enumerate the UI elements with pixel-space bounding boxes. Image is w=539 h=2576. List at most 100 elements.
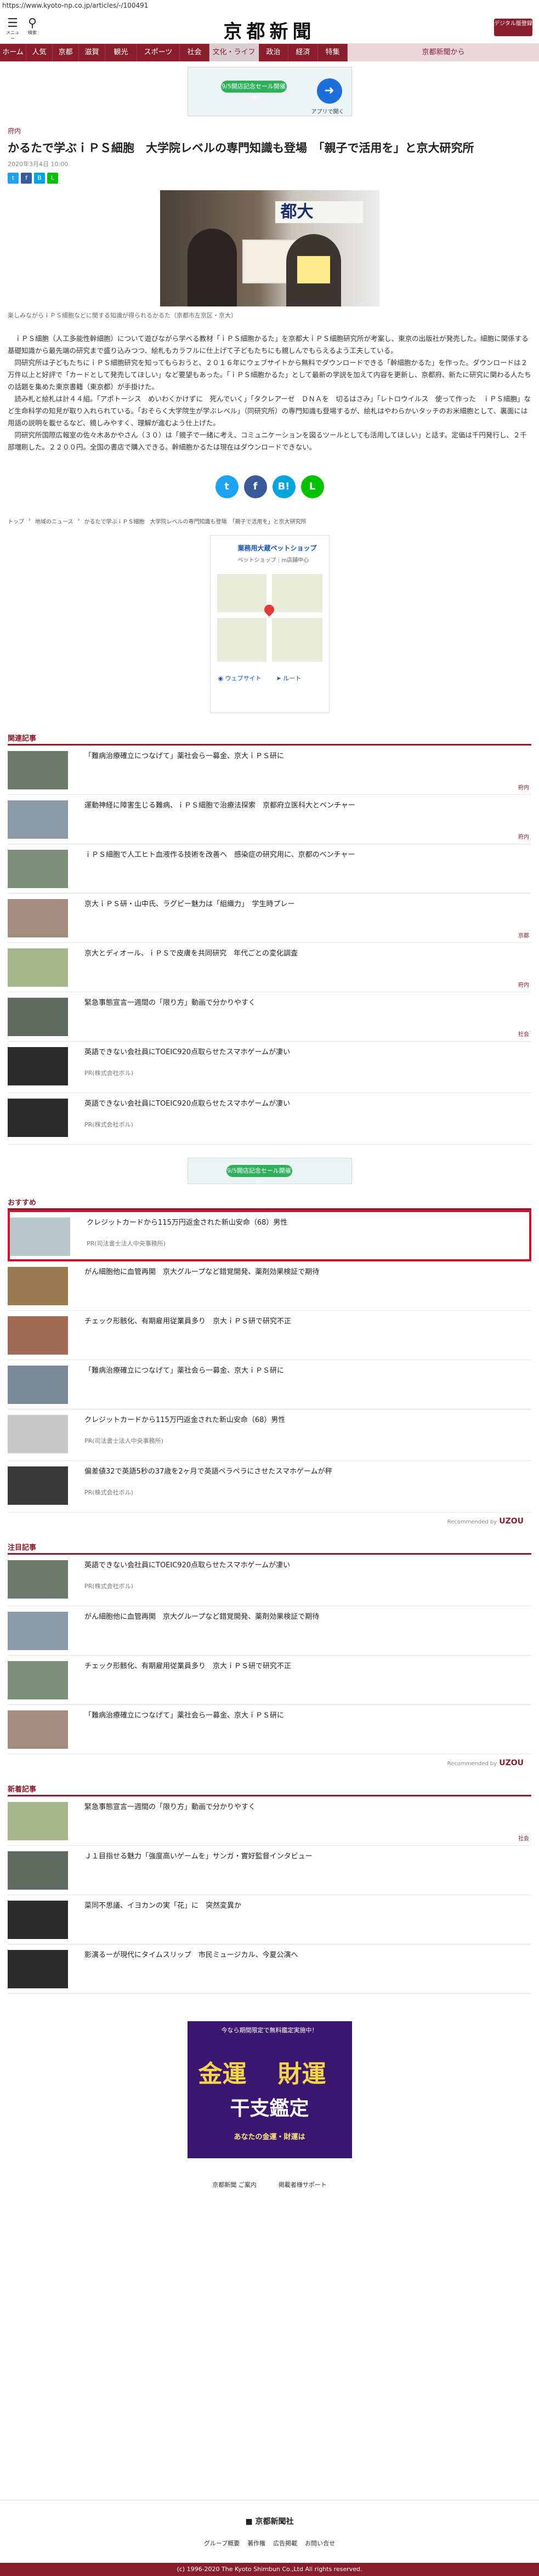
thumbnail-image[interactable] <box>8 998 68 1036</box>
thumbnail-image[interactable] <box>8 1047 68 1085</box>
thumbnail-image[interactable] <box>8 948 68 987</box>
breadcrumb-item[interactable]: トップ <box>8 517 24 525</box>
nav-item[interactable]: 社会 <box>180 44 209 61</box>
thumbnail-image[interactable] <box>8 800 68 839</box>
thumbnail-image[interactable] <box>8 1851 68 1890</box>
ad-pill[interactable]: 9/5開店記念セール開催中 <box>220 81 287 102</box>
category-tag[interactable]: 府内 <box>518 783 529 791</box>
nav-item[interactable]: 京都 <box>53 44 79 61</box>
thumbnail-image[interactable] <box>8 1267 68 1305</box>
nav-item[interactable]: 京都新聞から <box>348 44 539 61</box>
list-item-title[interactable]: クレジットカードから115万円返金された新山安命（68）男性 <box>84 1415 531 1426</box>
list-item[interactable]: 偏差値32で英語5秒の37歳を2ヶ月で英語ペラペラにさせたスマホゲームが秤 PR(… <box>8 1461 531 1512</box>
hatena-icon[interactable]: B <box>34 173 45 184</box>
category-tag[interactable]: 社会 <box>518 1834 529 1842</box>
category-tag[interactable]: 社会 <box>518 1030 529 1038</box>
map-website-button[interactable]: ◉ ウェブサイト <box>218 674 262 683</box>
list-item-title[interactable]: 「難病治療確立につなげて」薬社会ら一募金、京大ｉＰＳ研に <box>84 1366 531 1377</box>
line-icon[interactable]: L <box>300 475 324 498</box>
list-item[interactable]: 「難病治療確立につなげて」薬社会ら一募金、京大ｉＰＳ研に <box>8 1360 531 1409</box>
mid-ad[interactable]: 9/5開店記念セール開催中 <box>187 1158 352 1186</box>
thumbnail-image[interactable] <box>8 1560 68 1599</box>
list-item-title[interactable]: 影演るーが現代にタイムスリップ 市民ミュージカル、今夏公演へ <box>84 1950 531 1961</box>
list-item-title[interactable]: 京大ｉＰＳ研・山中氏、ラグビー魅力は「組織力」 学生時プレー <box>84 899 531 910</box>
footer-brand[interactable]: ■ 京都新聞社 <box>0 2516 539 2527</box>
list-item[interactable]: 緊急事態宣言一週間の「限り方」動画で分かりやすく社会 <box>8 1796 531 1846</box>
list-item-title[interactable]: がん細胞他に血管再開 京大グループなど錯覚開発、薬剤効果検証で期待 <box>84 1267 531 1278</box>
top-ad[interactable]: 9/5開店記念セール開催中 ➜ アプリで開く <box>187 67 352 116</box>
nav-item[interactable]: 経済 <box>288 44 318 61</box>
list-item-title[interactable]: クレジットカードから115万円返金された新山安命（68）男性 <box>87 1218 529 1229</box>
list-item-title[interactable]: チェック形骸化、有期雇用従業員多り 京大ｉＰＳ研で研究不正 <box>84 1316 531 1327</box>
list-item[interactable]: がん細胞他に血管再開 京大グループなど錯覚開発、薬剤効果検証で期待 <box>8 1606 531 1656</box>
twitter-icon[interactable]: t <box>215 475 239 498</box>
thumbnail-image[interactable] <box>8 1612 68 1650</box>
list-item-title[interactable]: 緊急事態宣言一週間の「限り方」動画で分かりやすく <box>84 998 531 1009</box>
list-item[interactable]: クレジットカードから115万円返金された新山安命（68）男性 PR(司法書士法人中… <box>8 1409 531 1461</box>
thumbnail-image[interactable] <box>8 1466 68 1505</box>
thumbnail-image[interactable] <box>8 1710 68 1749</box>
twitter-icon[interactable]: t <box>8 173 19 184</box>
thumbnail-image[interactable] <box>8 751 68 789</box>
thumbnail-image[interactable] <box>8 1661 68 1699</box>
footer-nav-item[interactable]: 広告掲載 <box>273 2539 297 2547</box>
category-tag[interactable]: 府内 <box>518 832 529 840</box>
category-tag[interactable]: 府内 <box>518 980 529 988</box>
list-item-title[interactable]: 「難病治療確立につなげて」薬社会ら一募金、京大ｉＰＳ研に <box>84 751 531 762</box>
list-item-title[interactable]: 運動神経に障害生じる難病、ｉＰＳ細胞で治療法探索 京都府立医科大とベンチャー <box>84 800 531 811</box>
thumbnail-image[interactable] <box>8 1415 68 1453</box>
footer-nav-item[interactable]: お問い合せ <box>305 2539 335 2547</box>
thumbnail-image[interactable] <box>10 1218 70 1256</box>
line-icon[interactable]: L <box>47 173 58 184</box>
list-item[interactable]: 英語できない会社員にTOEIC920点取らせたスマホゲームが凄い PR(株式会社ボ… <box>8 1042 531 1093</box>
list-item[interactable]: 菜同不思議、イヨカンの実「花」に 突然変異か <box>8 1895 531 1944</box>
list-item-title[interactable]: Ｊ１目指せる魅力「強度高いゲームを」サンガ・實好監督インタビュー <box>84 1851 531 1862</box>
map-area[interactable] <box>217 574 322 662</box>
arrow-icon[interactable]: ➜ <box>316 78 342 104</box>
footer-nav-item[interactable]: 著作権 <box>247 2539 265 2547</box>
thumbnail-image[interactable] <box>8 1099 68 1137</box>
thumbnail-image[interactable] <box>8 1316 68 1355</box>
list-item[interactable]: クレジットカードから115万円返金された新山安命（68）男性 PR(司法書士法人中… <box>8 1210 531 1261</box>
nav-item[interactable]: 政治 <box>259 44 288 61</box>
thumbnail-image[interactable] <box>8 1802 68 1840</box>
list-item-title[interactable]: 英語できない会社員にTOEIC920点取らせたスマホゲームが凄い <box>84 1047 531 1058</box>
ad-pill[interactable]: 9/5開店記念セール開催中 <box>226 1165 292 1186</box>
list-item-title[interactable]: 英語できない会社員にTOEIC920点取らせたスマホゲームが凄い <box>84 1099 531 1110</box>
list-item[interactable]: Ｊ１目指せる魅力「強度高いゲームを」サンガ・實好監督インタビュー <box>8 1846 531 1895</box>
thumbnail-image[interactable] <box>8 1366 68 1404</box>
list-item[interactable]: チェック形骸化、有期雇用従業員多り 京大ｉＰＳ研で研究不正 <box>8 1311 531 1360</box>
list-item-title[interactable]: 偏差値32で英語5秒の37歳を2ヶ月で英語ペラペラにさせたスマホゲームが秤 <box>84 1466 531 1477</box>
thumbnail-image[interactable] <box>8 899 68 937</box>
map-route-button[interactable]: ➤ ルート <box>276 674 302 683</box>
nav-item[interactable]: 文化・ライフ <box>209 44 259 61</box>
thumbnail-image[interactable] <box>8 1901 68 1939</box>
list-item-title[interactable]: 緊急事態宣言一週間の「限り方」動画で分かりやすく <box>84 1802 531 1813</box>
list-item[interactable]: 運動神経に障害生じる難病、ｉＰＳ細胞で治療法探索 京都府立医科大とベンチャー府内 <box>8 795 531 844</box>
list-item-title[interactable]: 「難病治療確立につなげて」薬社会ら一募金、京大ｉＰＳ研に <box>84 1710 531 1721</box>
map-ad-title[interactable]: 業務用大蔵ペットショップ <box>238 543 317 553</box>
list-item[interactable]: 英語できない会社員にTOEIC920点取らせたスマホゲームが凄い PR(株式会社ボ… <box>8 1555 531 1606</box>
nav-item[interactable]: ホーム <box>0 44 26 61</box>
register-button[interactable]: デジタル版登録 <box>494 19 532 36</box>
category-tag[interactable]: 京都 <box>518 931 529 939</box>
hatena-icon[interactable]: B! <box>272 475 296 498</box>
facebook-icon[interactable]: f <box>21 173 32 184</box>
nav-item[interactable]: 滋賀 <box>79 44 105 61</box>
list-item[interactable]: ｉＰＳ細胞で人工ヒト血液作る技術を改善へ 感染症の研究用に、京都のベンチャー <box>8 844 531 894</box>
list-item[interactable]: 「難病治療確立につなげて」薬社会ら一募金、京大ｉＰＳ研に <box>8 1705 531 1754</box>
facebook-icon[interactable]: f <box>243 475 267 498</box>
list-item-title[interactable]: 菜同不思議、イヨカンの実「花」に 突然変異か <box>84 1901 531 1912</box>
nav-item[interactable]: 観光 <box>105 44 137 61</box>
list-item[interactable]: チェック形骸化、有期雇用従業員多り 京大ｉＰＳ研で研究不正 <box>8 1656 531 1705</box>
thumbnail-image[interactable] <box>8 1950 68 1988</box>
list-item-title[interactable]: ｉＰＳ細胞で人工ヒト血液作る技術を改善へ 感染症の研究用に、京都のベンチャー <box>84 850 531 861</box>
list-item[interactable]: 「難病治療確立につなげて」薬社会ら一募金、京大ｉＰＳ研に府内 <box>8 746 531 795</box>
list-item[interactable]: 緊急事態宣言一週間の「限り方」動画で分かりやすく社会 <box>8 992 531 1042</box>
site-logo[interactable]: 京都新聞 <box>0 16 539 43</box>
list-item-title[interactable]: チェック形骸化、有期雇用従業員多り 京大ｉＰＳ研で研究不正 <box>84 1661 531 1672</box>
thumbnail-image[interactable] <box>8 850 68 888</box>
list-item-title[interactable]: 京大とディオール、ｉＰＳで皮膚を共同研究 年代ごとの変化調査 <box>84 948 531 959</box>
list-item[interactable]: がん細胞他に血管再開 京大グループなど錯覚開発、薬剤効果検証で期待 <box>8 1261 531 1311</box>
article-category[interactable]: 府内 <box>8 126 531 135</box>
